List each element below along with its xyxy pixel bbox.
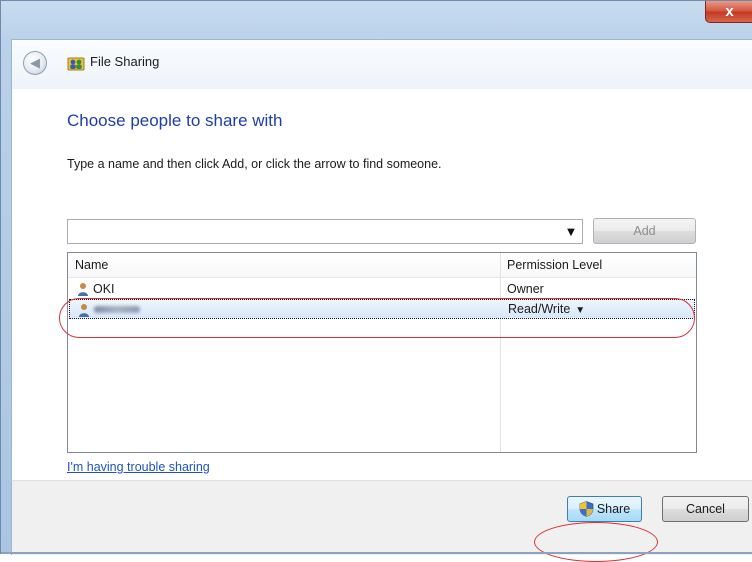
column-header-name[interactable]: Name xyxy=(75,258,108,272)
dropdown-arrow-icon: ▼ xyxy=(575,305,586,316)
permission-value: Read/Write xyxy=(508,302,571,316)
close-button[interactable]: x xyxy=(705,1,752,23)
file-sharing-icon xyxy=(67,57,85,71)
share-button-label: Share xyxy=(596,502,631,516)
title-bar: ◀ File Sharing xyxy=(11,39,752,90)
user-icon xyxy=(79,304,89,317)
list-item-owner[interactable]: OKI Owner xyxy=(69,279,695,299)
list-item-name: OKI xyxy=(93,282,115,296)
list-item-selected-user[interactable]: Read/Write ▼ xyxy=(69,299,695,319)
user-icon xyxy=(78,283,88,296)
obscured-user-name xyxy=(94,306,140,313)
trouble-sharing-link[interactable]: I'm having trouble sharing xyxy=(67,460,210,474)
uac-shield-icon xyxy=(579,501,594,517)
close-icon: x xyxy=(725,3,734,20)
list-header: Name Permission Level xyxy=(68,253,696,278)
permission-dropdown[interactable]: Read/Write ▼ xyxy=(508,302,585,316)
list-item-permission: Owner xyxy=(507,282,544,296)
back-arrow-icon: ◀ xyxy=(30,55,40,71)
instruction-text: Type a name and then click Add, or click… xyxy=(67,157,442,171)
add-button[interactable]: Add xyxy=(593,218,696,244)
name-combobox[interactable]: ▼ xyxy=(67,219,583,244)
page-heading: Choose people to share with xyxy=(67,111,283,130)
combobox-dropdown-icon[interactable]: ▼ xyxy=(564,224,578,240)
cancel-button[interactable]: Cancel xyxy=(662,496,749,522)
window-title: File Sharing xyxy=(90,54,160,69)
name-input[interactable] xyxy=(68,220,566,243)
window-bottom-border xyxy=(1,552,752,554)
content-pane: Choose people to share with Type a name … xyxy=(11,89,752,480)
window-frame: x ◀ File Sharing Choose people to share … xyxy=(0,0,752,562)
footer-bar: Share Cancel xyxy=(11,480,752,555)
column-header-permission[interactable]: Permission Level xyxy=(507,258,602,272)
back-button[interactable]: ◀ xyxy=(23,51,47,75)
share-button[interactable]: Share xyxy=(567,496,642,522)
share-list: Name Permission Level OKI Owner Read/Wri… xyxy=(67,252,697,453)
